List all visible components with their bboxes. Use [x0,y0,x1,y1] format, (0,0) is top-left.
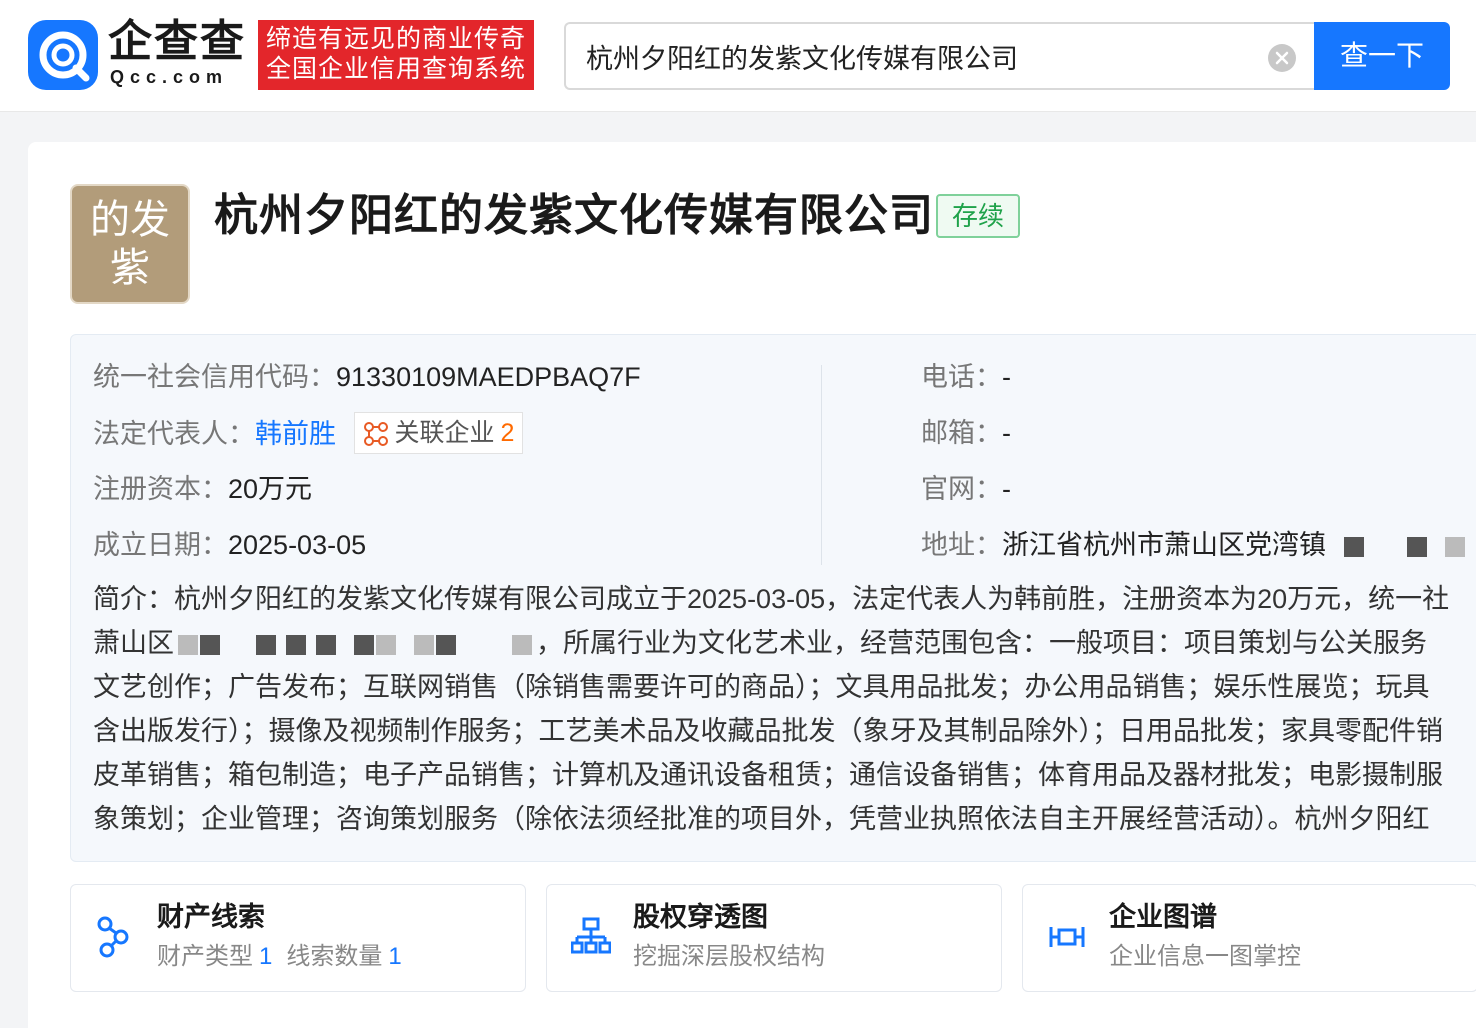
search-button[interactable]: 查一下 [1314,22,1450,90]
redaction-block [354,634,374,655]
avatar-line-1: 的发 [90,198,170,242]
logo-text[interactable]: 企查查 [108,14,246,70]
redaction-block [316,634,336,655]
org-chart-icon [570,915,612,959]
clear-icon[interactable] [1268,44,1296,72]
feature-title: 企业图谱 [1109,902,1217,932]
asset-clues-icon [95,915,135,959]
capital-label: 注册资本： [93,474,228,504]
website-row: 官网：- [921,471,1011,507]
asset-type-label: 财产类型 [157,943,253,970]
phone-value: - [1002,362,1011,392]
redaction-block [512,634,532,655]
founded-row: 成立日期：2025-03-05 [93,527,366,563]
redaction-block [436,634,456,655]
feature-title: 股权穿透图 [633,902,768,932]
legal-rep-label: 法定代表人： [93,419,255,450]
feature-card-company-graph[interactable]: 企业图谱 企业信息一图掌控 [1022,884,1476,992]
asset-type-count: 1 [259,943,273,970]
desc-line-3: 文艺创作；广告发布；互联网销售（除销售需要许可的商品）；文具用品批发；办公用品销… [93,672,1430,702]
status-badge: 存续 [936,194,1020,238]
legal-rep-row: 法定代表人：韩前胜 关联企业 2 [93,412,524,457]
email-row: 邮箱：- [921,415,1011,451]
capital-row: 注册资本：20万元 [93,471,312,507]
graph-icon [1047,915,1087,959]
phone-label: 电话： [921,362,1002,392]
top-header: 企查查 Qcc.com 缔造有远见的商业传奇 全国企业信用查询系统 查一下 [0,0,1476,112]
redaction-block [200,634,220,655]
capital-value: 20万元 [228,474,313,504]
redaction-block [376,634,396,655]
related-companies-button[interactable]: 关联企业 2 [353,412,524,454]
related-count: 2 [500,419,515,447]
email-label: 邮箱： [921,418,1002,448]
feature-subtitle: 财产类型 1 线索数量 1 [157,941,416,973]
redaction-block [1343,536,1364,557]
desc-line-5: 皮革销售；箱包制造；电子产品销售；计算机及通讯设备租赁；通信设备销售；体育用品及… [93,760,1443,790]
related-label: 关联企业 [394,419,495,447]
phone-row: 电话：- [921,359,1011,395]
feature-card-asset-clues[interactable]: 财产线索 财产类型 1 线索数量 1 [70,884,526,992]
credit-code-row: 统一社会信用代码：91330109MAEDPBAQ7F [93,359,641,395]
credit-code-value: 91330109MAEDPBAQ7F [336,362,641,392]
avatar-line-2: 紫 [110,246,150,290]
desc-line-2: 萧山区 ，所属行业为文化艺术业，经营范围包含：一般项目：项目策划与公关服务 [93,621,1476,665]
feature-subtitle: 挖掘深层股权结构 [633,943,825,970]
credit-code-label: 统一社会信用代码： [93,362,336,392]
feature-cards: 财产线索 财产类型 1 线索数量 1 股权穿透图 挖掘深层股权结构 企业图谱 企… [70,884,1476,994]
feature-title: 财产线索 [157,902,265,932]
website-value: - [1002,474,1011,504]
address-value: 浙江省杭州市萧山区党湾镇 [1002,530,1326,560]
company-avatar: 的发 紫 [70,184,190,304]
founded-value: 2025-03-05 [228,530,367,560]
qcc-logo-icon[interactable] [28,20,98,90]
company-card: 的发 紫 杭州夕阳红的发紫文化传媒有限公司 存续 统一社会信用代码：913301… [28,142,1476,1028]
slogan-line-1: 缔造有远见的商业传奇 [266,25,527,53]
founded-label: 成立日期： [93,530,228,560]
redaction-block [414,634,434,655]
feature-subtitle: 企业信息一图掌控 [1109,943,1301,970]
redaction-block [178,634,198,655]
feature-card-equity-chart[interactable]: 股权穿透图 挖掘深层股权结构 [546,884,1002,992]
redaction-block [1407,536,1428,557]
desc-line-4: 含出版发行）；摄像及视频制作服务；工艺美术品及收藏品批发（象牙及其制品除外）；日… [93,716,1443,746]
slogan-line-2: 全国企业信用查询系统 [266,55,527,83]
redaction-block [1444,536,1465,557]
clue-count: 1 [388,943,402,970]
desc-line-2-prefix: 萧山区 [93,628,174,658]
search-input[interactable] [586,36,1236,76]
desc-line-1: 简介：杭州夕阳红的发紫文化传媒有限公司成立于2025-03-05，法定代表人为韩… [93,584,1450,614]
website-label: 官网： [921,474,1002,504]
clue-count-label: 线索数量 [286,943,383,970]
company-name: 杭州夕阳红的发紫文化传媒有限公司 [214,191,934,240]
desc-line-2-suffix: ，所属行业为文化艺术业，经营范围包含：一般项目：项目策划与公关服务 [536,628,1427,658]
redaction-block [256,634,276,655]
address-label: 地址： [921,530,1002,560]
email-value: - [1002,418,1011,448]
redaction-block [286,634,306,655]
slogan-banner: 缔造有远见的商业传奇 全国企业信用查询系统 [258,20,534,90]
logo-domain: Qcc.com [110,67,229,87]
legal-rep-link[interactable]: 韩前胜 [255,419,336,449]
desc-line-6: 象策划；企业管理；咨询策划服务（除依法须经批准的项目外，凭营业执照依法自主开展经… [93,804,1430,834]
network-icon [363,419,389,447]
company-info-panel: 统一社会信用代码：91330109MAEDPBAQ7F 法定代表人：韩前胜 关联… [70,334,1476,862]
column-divider [821,365,822,565]
address-row: 地址：浙江省杭州市萧山区党湾镇 [921,527,1465,563]
search-box [564,22,1316,90]
company-description: 简介：杭州夕阳红的发紫文化传媒有限公司成立于2025-03-05，法定代表人为韩… [93,577,1476,841]
